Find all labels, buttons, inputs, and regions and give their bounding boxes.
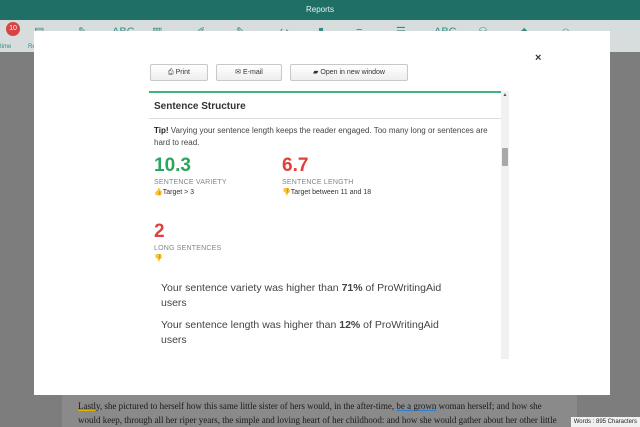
document-text[interactable]: Lastly, she pictured to herself how this… <box>78 399 568 427</box>
doc-line1-text: , she pictured to herself how this same … <box>99 401 397 411</box>
close-icon[interactable]: × <box>535 52 541 64</box>
metric-long-sentences: 2 LONG SENTENCES 👎 <box>154 221 221 262</box>
variety-comparison-prefix: Your sentence variety was higher than <box>161 282 342 294</box>
email-label: E-mail <box>243 69 263 76</box>
thumbs-down-icon: 👎 <box>282 189 291 196</box>
thumbs-up-icon: 👍 <box>154 189 163 196</box>
app-title-bar: Reports <box>0 0 640 20</box>
length-comparison-prefix: Your sentence length was higher than <box>161 319 340 331</box>
open-new-window-button[interactable]: ▰ Open in new window <box>290 64 408 81</box>
print-label: Print <box>175 69 190 76</box>
section-title: Sentence Structure <box>154 101 246 112</box>
email-button[interactable]: ✉ E-mail <box>216 64 282 81</box>
doc-word-lastly[interactable]: Lastly <box>78 401 100 411</box>
printer-icon: ⎙ <box>167 69 174 76</box>
sentence-length-value: 6.7 <box>282 155 309 176</box>
long-sentences-value: 2 <box>154 221 165 242</box>
sentence-length-label: SENTENCE LENGTH <box>282 179 354 186</box>
tip-label: Tip! <box>154 126 169 135</box>
notification-badge[interactable]: 10 <box>6 22 20 36</box>
doc-line1-end: woman herself; and how she <box>436 401 542 411</box>
open-new-window-label: Open in new window <box>320 69 385 76</box>
app-title: Reports <box>305 5 334 14</box>
long-sentences-label: LONG SENTENCES <box>154 245 222 252</box>
report-modal: × ⎙ Print ✉ E-mail ▰ Open in new window Sen… <box>34 31 610 395</box>
length-comparison: Your sentence length was higher than 12%… <box>161 318 461 348</box>
report-panel[interactable]: Sentence Structure Tip! Varying your sen… <box>149 91 501 359</box>
report-scrollbar[interactable]: ▲ <box>501 91 509 359</box>
envelope-icon: ✉ <box>235 69 242 76</box>
scroll-up-arrow-icon[interactable]: ▲ <box>501 91 509 99</box>
scroll-thumb[interactable] <box>502 148 508 166</box>
ribbon-label-time: time <box>0 44 12 50</box>
metric-sentence-length: 6.7 SENTENCE LENGTH 👎Target between 11 a… <box>282 155 371 196</box>
length-percentile: 12% <box>339 319 361 331</box>
variety-percentile: 71% <box>341 282 363 294</box>
print-button[interactable]: ⎙ Print <box>150 64 208 81</box>
sentence-variety-label: SENTENCE VARIETY <box>154 179 227 186</box>
word-count: Words : 895 Characters <box>570 417 640 427</box>
variety-comparison: Your sentence variety was higher than 71… <box>161 281 461 311</box>
thumbs-down-icon: 👎 <box>154 255 163 262</box>
sentence-variety-value: 10.3 <box>154 155 191 176</box>
sentence-variety-target: Target > 3 <box>162 189 195 196</box>
section-divider <box>149 118 501 119</box>
folder-open-icon: ▰ <box>313 69 319 76</box>
metric-sentence-variety: 10.3 SENTENCE VARIETY 👍Target > 3 <box>154 155 227 196</box>
sentence-length-target: Target between 11 and 18 <box>290 189 372 196</box>
tip-text: Tip! Varying your sentence length keeps … <box>154 125 494 149</box>
doc-flagged-phrase[interactable]: be a grown <box>396 401 436 411</box>
tip-body: Varying your sentence length keeps the r… <box>154 126 488 147</box>
doc-line2: would keep, through all her riper years,… <box>78 415 557 425</box>
